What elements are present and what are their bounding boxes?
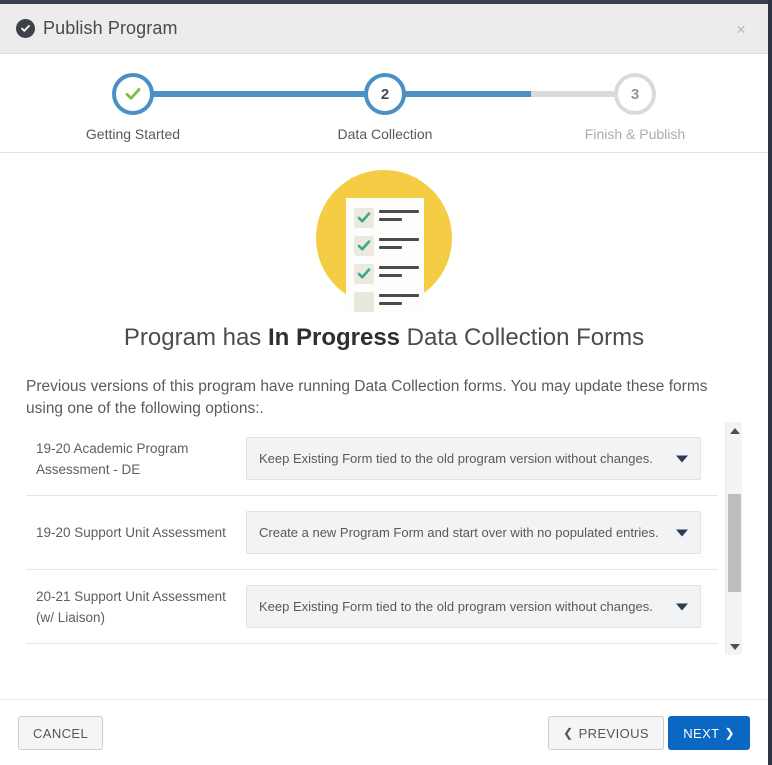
- illustration-checkbox-3: [354, 264, 374, 284]
- check-icon: [357, 240, 371, 251]
- forms-list-container: 19-20 Academic Program Assessment - DE K…: [26, 422, 742, 655]
- cancel-button[interactable]: CANCEL: [18, 716, 104, 750]
- form-action-selected-value: Create a new Program Form and start over…: [259, 525, 659, 540]
- illustration-lines-3: [379, 266, 419, 277]
- form-action-selected-value: Keep Existing Form tied to the old progr…: [259, 599, 653, 614]
- illustration-line: [379, 238, 419, 241]
- step-circle-3: 3: [614, 73, 656, 115]
- scrollbar-thumb[interactable]: [728, 494, 741, 592]
- illustration-line: [379, 266, 419, 269]
- background-page-edge: [768, 0, 772, 765]
- headline-emphasis: In Progress: [267, 324, 401, 351]
- scroll-down-button[interactable]: [726, 638, 742, 655]
- step-number-3: 3: [630, 85, 640, 103]
- form-action-select[interactable]: Create a new Program Form and start over…: [246, 511, 701, 554]
- illustration-line: [379, 246, 402, 249]
- previous-button-label: PREVIOUS: [578, 725, 649, 741]
- illustration-document: [346, 198, 424, 314]
- chevron-down-icon: [676, 603, 688, 610]
- previous-button[interactable]: ❮ PREVIOUS: [548, 716, 664, 750]
- illustration-line: [379, 294, 419, 297]
- illustration-lines-4: [379, 294, 419, 305]
- modal-title-group: Publish Program: [0, 18, 178, 39]
- headline-part-1: Program has: [123, 324, 268, 351]
- step-label-1: Getting Started: [85, 126, 181, 142]
- table-row: 20-21 Support Unit Assessment (w/ Liaiso…: [26, 570, 718, 644]
- illustration-row-1: [354, 208, 419, 228]
- illustration-line: [379, 274, 402, 277]
- step-circle-1: [112, 73, 154, 115]
- illustration-row-3: [354, 264, 419, 284]
- scroll-up-button[interactable]: [726, 422, 742, 439]
- step-circle-2: 2: [364, 73, 406, 115]
- wizard-stepper: Getting Started 2 Data Collection 3 Fini…: [0, 55, 768, 153]
- table-row: [26, 644, 718, 655]
- illustration-lines-1: [379, 210, 419, 221]
- form-name-label: 19-20 Support Unit Assessment: [36, 525, 226, 540]
- form-action-select[interactable]: Keep Existing Form tied to the old progr…: [246, 437, 701, 480]
- chevron-down-icon: [676, 529, 688, 536]
- illustration-line: [379, 210, 419, 213]
- check-icon: [357, 268, 371, 279]
- form-action-select[interactable]: Keep Existing Form tied to the old progr…: [246, 585, 701, 628]
- table-row: 19-20 Support Unit Assessment Create a n…: [26, 496, 718, 570]
- form-name-label: 19-20 Academic Program Assessment - DE: [36, 440, 189, 477]
- next-button-label: NEXT: [683, 725, 720, 741]
- chevron-right-icon: ❯: [724, 726, 735, 740]
- table-row: 19-20 Academic Program Assessment - DE K…: [26, 422, 718, 496]
- chevron-down-icon: [676, 455, 688, 462]
- illustration-lines-2: [379, 238, 419, 249]
- form-name-label: 20-21 Support Unit Assessment (w/ Liaiso…: [36, 588, 226, 625]
- headline-part-2: Data Collection Forms: [400, 324, 645, 351]
- stepper-step-getting-started[interactable]: Getting Started: [63, 73, 203, 142]
- step-label-3: Finish & Publish: [584, 126, 686, 142]
- forms-list-scrollbar[interactable]: [725, 422, 742, 655]
- publish-program-modal: Publish Program × Getting Started 2 Data…: [0, 0, 772, 765]
- next-button[interactable]: NEXT ❯: [668, 716, 750, 750]
- step-number-2: 2: [380, 85, 390, 103]
- illustration-checkbox-1: [354, 208, 374, 228]
- stepper-step-finish-publish[interactable]: 3 Finish & Publish: [565, 73, 705, 142]
- body-intro-text: Previous versions of this program have r…: [26, 378, 708, 417]
- illustration-row-4: [354, 292, 419, 312]
- stepper-step-data-collection[interactable]: 2 Data Collection: [315, 73, 455, 142]
- modal-footer: CANCEL ❮ PREVIOUS NEXT ❯: [0, 699, 768, 765]
- check-icon: [125, 88, 141, 100]
- check-circle-icon: [16, 19, 35, 38]
- step-label-2: Data Collection: [337, 126, 433, 142]
- close-icon[interactable]: ×: [728, 16, 754, 42]
- illustration-checkbox-2: [354, 236, 374, 256]
- modal-body: Program has In Progress Data Collection …: [0, 154, 768, 699]
- chevron-up-icon: [729, 427, 740, 434]
- illustration-row-2: [354, 236, 419, 256]
- illustration-line: [379, 218, 402, 221]
- modal-header: Publish Program ×: [0, 4, 768, 54]
- body-headline: Program has In Progress Data Collection …: [0, 324, 768, 352]
- page-title: Publish Program: [43, 18, 178, 38]
- check-icon: [357, 212, 371, 223]
- illustration-checkbox-4: [354, 292, 374, 312]
- forms-list: 19-20 Academic Program Assessment - DE K…: [26, 422, 718, 655]
- chevron-left-icon: ❮: [563, 726, 574, 740]
- chevron-down-icon: [729, 643, 740, 650]
- illustration-line: [379, 302, 402, 305]
- form-action-selected-value: Keep Existing Form tied to the old progr…: [259, 451, 653, 466]
- checklist-illustration: [316, 170, 452, 314]
